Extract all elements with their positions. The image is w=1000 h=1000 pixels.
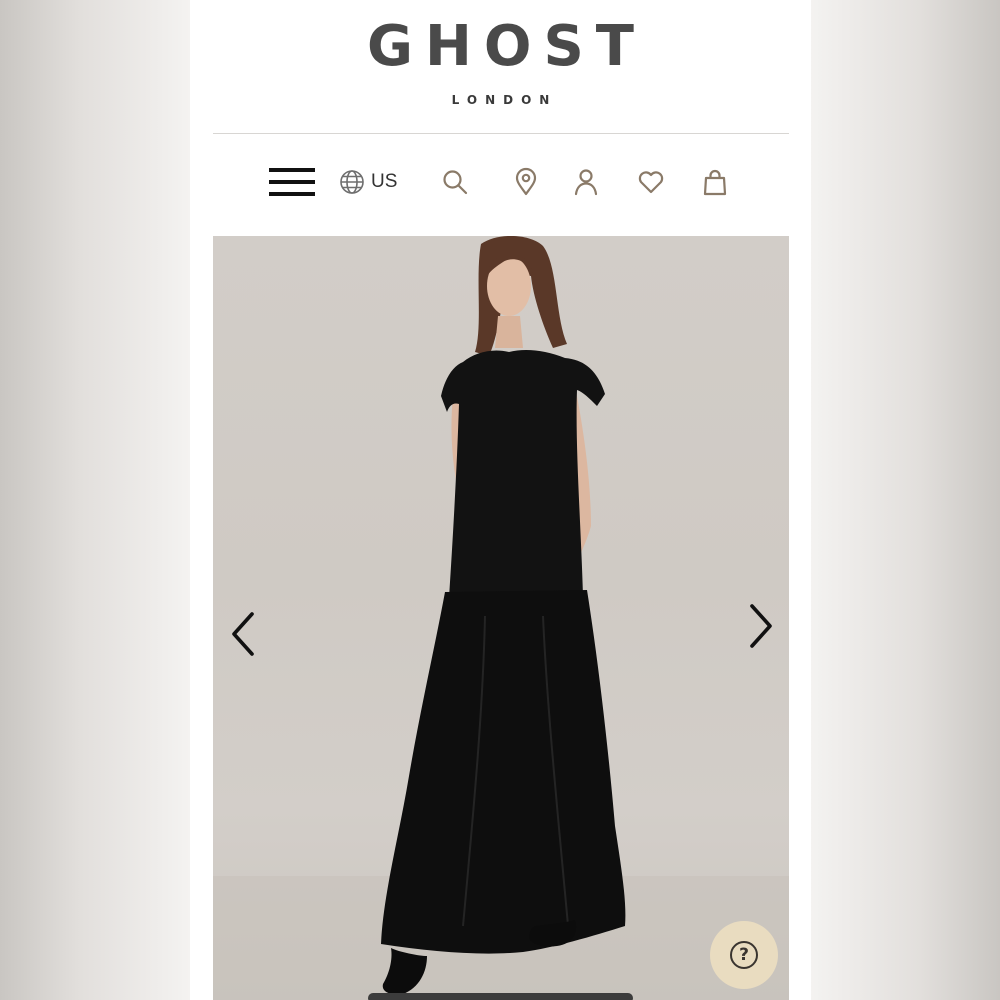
account-icon[interactable]: [569, 165, 603, 199]
home-indicator: [368, 993, 633, 1000]
chevron-left-icon: [232, 612, 254, 656]
nav-bar: US: [190, 150, 811, 214]
search-icon[interactable]: [438, 165, 472, 199]
location-pin-icon[interactable]: [509, 165, 543, 199]
region-label: US: [371, 171, 398, 192]
brand-logo[interactable]: GHOST LONDON: [190, 0, 811, 130]
phone-screen: GHOST LONDON US ?: [190, 0, 811, 1000]
chevron-right-icon: [750, 604, 772, 648]
shopping-bag-icon[interactable]: [698, 165, 732, 199]
menu-icon[interactable]: [268, 165, 316, 199]
heart-icon[interactable]: [634, 165, 668, 199]
next-image-button[interactable]: [738, 600, 778, 652]
product-image: [213, 236, 789, 1000]
header-divider: [213, 133, 789, 134]
brand-subtitle: LONDON: [451, 93, 558, 107]
previous-image-button[interactable]: [226, 608, 266, 660]
help-button[interactable]: ?: [710, 921, 778, 989]
product-gallery[interactable]: ?: [213, 236, 789, 1000]
globe-icon: [340, 170, 364, 194]
brand-name: GHOST: [367, 14, 646, 79]
region-selector[interactable]: US: [339, 166, 397, 198]
question-mark-icon: ?: [730, 941, 758, 969]
